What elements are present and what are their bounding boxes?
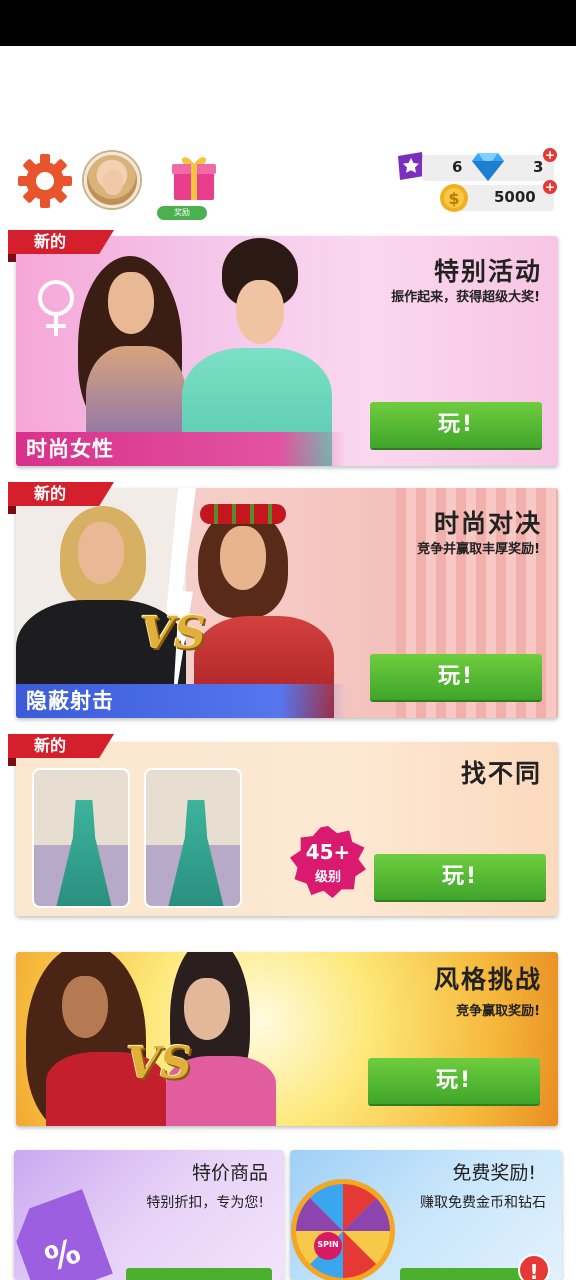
card-title: 时尚对决 xyxy=(433,509,542,538)
play-button[interactable]: 玩! xyxy=(374,854,546,900)
status-bar xyxy=(0,0,576,46)
female-symbol-icon xyxy=(38,280,74,336)
rose-crown xyxy=(200,504,286,524)
new-tag: 新的 xyxy=(8,734,114,758)
alert-badge: ! xyxy=(518,1254,550,1280)
level-text: 级别 xyxy=(314,870,341,885)
coin-icon: $ xyxy=(440,184,468,212)
stars-count: 6 xyxy=(452,158,463,176)
add-coins-button[interactable]: + xyxy=(543,180,557,194)
free-title: 免费奖励! xyxy=(452,1162,536,1184)
puzzle-image-2 xyxy=(144,768,242,908)
card-title: 风格挑战 xyxy=(433,965,542,994)
offer-title: 特价商品 xyxy=(191,1162,268,1184)
model-2-face xyxy=(236,280,284,344)
play-button[interactable]: 玩! xyxy=(370,654,542,700)
free-subtitle: 赚取免费金币和钻石 xyxy=(420,1195,546,1211)
card-title: 特别活动 xyxy=(433,257,542,286)
level-badge: 45+ 级别 xyxy=(290,826,366,898)
event-card-style-challenge[interactable]: VS 风格挑战 竞争赢取奖励! 玩! xyxy=(16,952,558,1126)
model-5-face xyxy=(62,976,108,1038)
discount-tag-icon: % xyxy=(14,1189,113,1280)
play-button[interactable]: 玩! xyxy=(368,1058,540,1104)
card-title: 找不同 xyxy=(460,759,542,788)
svg-text:$: $ xyxy=(448,189,459,208)
card-subtitle: 振作起来，获得超级大奖! xyxy=(391,290,540,305)
free-rewards-card[interactable]: SPIN 免费奖励! 赚取免费金币和钻石 ! xyxy=(290,1150,562,1280)
vs-label: VS xyxy=(126,1038,192,1089)
spin-label: SPIN xyxy=(317,1240,339,1249)
category-label: 隐蔽射击 xyxy=(16,684,346,718)
vs-label: VS xyxy=(140,608,206,659)
level-number: 45+ xyxy=(305,840,351,864)
dress xyxy=(168,800,224,906)
dress xyxy=(56,800,112,906)
event-card-spot-difference[interactable]: 45+ 级别 找不同 玩! xyxy=(16,742,558,916)
card-subtitle: 竞争并赢取丰厚奖励! xyxy=(417,542,540,557)
card-subtitle: 竞争赢取奖励! xyxy=(456,1004,540,1019)
gear-icon[interactable] xyxy=(16,152,74,210)
new-tag-fold xyxy=(8,758,16,766)
event-card-duel[interactable]: VS 时尚对决 竞争并赢取丰厚奖励! 玩! 隐蔽射击 xyxy=(16,488,558,718)
new-tag-fold xyxy=(8,506,16,514)
spin-wheel-icon[interactable] xyxy=(290,1178,396,1280)
free-button[interactable] xyxy=(400,1268,536,1280)
event-card-special[interactable]: 特别活动 振作起来，获得超级大奖! 玩! 时尚女性 xyxy=(16,236,558,466)
puzzle-image-1 xyxy=(32,768,130,908)
new-tag: 新的 xyxy=(8,230,114,254)
offer-subtitle: 特别折扣，专为您! xyxy=(146,1195,264,1211)
model-6-face xyxy=(184,978,230,1040)
gift-icon[interactable] xyxy=(170,152,218,202)
category-label: 时尚女性 xyxy=(16,432,346,466)
model-3-face xyxy=(78,522,124,584)
model-4-face xyxy=(220,526,266,590)
special-offer-card[interactable]: % 特价商品 特别折扣，专为您! xyxy=(14,1150,284,1280)
offer-button[interactable] xyxy=(126,1268,272,1280)
discount-symbol: % xyxy=(40,1231,86,1280)
new-tag: 新的 xyxy=(8,482,114,506)
model-1-face xyxy=(108,272,154,334)
diamonds-count: 3 xyxy=(533,158,544,176)
avatar-face xyxy=(103,169,123,195)
gift-badge: 奖励 xyxy=(157,206,207,220)
avatar[interactable] xyxy=(84,152,140,208)
new-tag-fold xyxy=(8,254,16,262)
add-diamonds-button[interactable]: + xyxy=(543,148,557,162)
coins-count: 5000 xyxy=(494,188,536,206)
diamond-icon xyxy=(472,153,504,181)
play-button[interactable]: 玩! xyxy=(370,402,542,448)
